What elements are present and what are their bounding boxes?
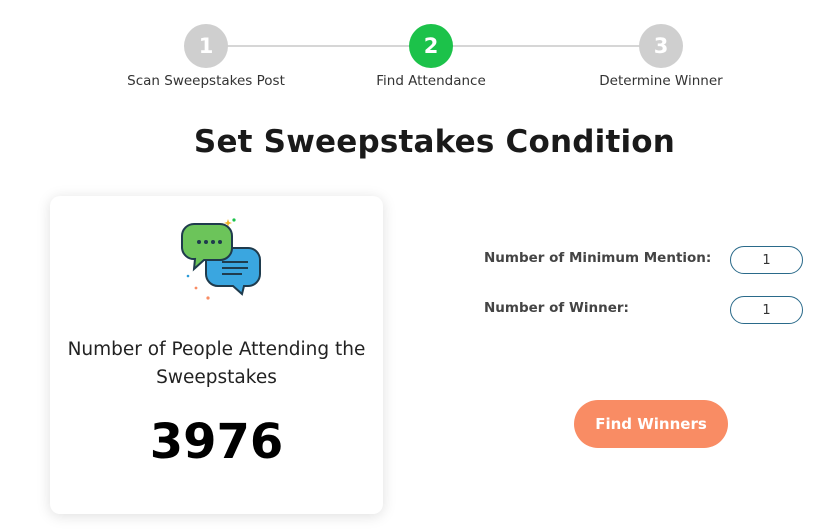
step-determine-winner: 3 Determine Winner bbox=[561, 24, 761, 89]
min-mention-label: Number of Minimum Mention: bbox=[484, 250, 712, 266]
progress-stepper: 1 Scan Sweepstakes Post 2 Find Attendanc… bbox=[0, 0, 839, 100]
min-mention-row: Number of Minimum Mention: bbox=[484, 246, 814, 280]
step-number-badge: 1 bbox=[184, 24, 228, 68]
find-winners-button[interactable]: Find Winners bbox=[574, 400, 728, 448]
winner-count-label: Number of Winner: bbox=[484, 300, 629, 316]
attendance-card: Number of People Attending the Sweepstak… bbox=[50, 196, 383, 514]
step-number-badge: 3 bbox=[639, 24, 683, 68]
step-label: Scan Sweepstakes Post bbox=[127, 73, 285, 89]
attendance-label: Number of People Attending the Sweepstak… bbox=[67, 339, 366, 388]
winner-count-input[interactable] bbox=[730, 296, 803, 324]
min-mention-input[interactable] bbox=[730, 246, 803, 274]
step-label: Find Attendance bbox=[376, 73, 486, 89]
attendance-count: 3976 bbox=[149, 414, 284, 470]
page-title: Set Sweepstakes Condition bbox=[193, 124, 676, 160]
step-scan: 1 Scan Sweepstakes Post bbox=[106, 24, 306, 89]
winner-count-row: Number of Winner: bbox=[484, 296, 814, 330]
step-label: Determine Winner bbox=[599, 73, 723, 89]
step-find-attendance: 2 Find Attendance bbox=[331, 24, 531, 89]
chat-bubbles-icon bbox=[178, 216, 264, 306]
step-number-badge: 2 bbox=[409, 24, 453, 68]
